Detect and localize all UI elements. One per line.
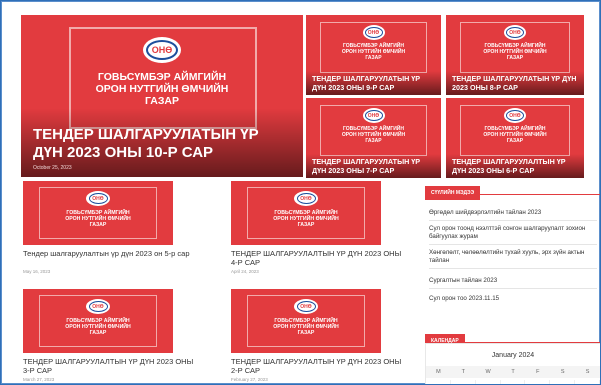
post-date: February 27, 2023 [231, 377, 268, 382]
logo-icon: ОНӨ [294, 191, 318, 206]
post-thumbnail[interactable]: ОНӨ ГОВЬСҮМБЭР АЙМГИЙН ОРОН НУТГИЙН ӨМЧИЙ… [23, 181, 173, 245]
recent-news-title: СҮҮЛИЙН МЭДЭЭ [425, 186, 481, 200]
grid-card[interactable]: ОНӨ ГОВЬСҮМБЭР АЙМГИЙН ОРОН НУТГИЙН ӨМЧИЙ… [306, 98, 441, 178]
post-title[interactable]: ТЕНДЕР ШАЛГАРУУЛАЛТЫН ҮР ДҮН 2023 ОНЫ 3-… [23, 357, 198, 375]
featured-date: October 25, 2023 [33, 165, 72, 171]
calendar-weekdays: M T W T F S S [426, 366, 600, 378]
logo-icon: ОНӨ [362, 25, 385, 40]
post-title[interactable]: ТЕНДЕР ШАЛГАРУУЛАЛТЫН ҮР ДҮН 2023 ОНЫ 2-… [231, 357, 406, 375]
org-name: ГОВЬСҮМБЭР АЙМГИЙН ОРОН НУТГИЙН ӨМЧИЙН ГАЗ… [341, 126, 406, 144]
calendar-day[interactable] [451, 380, 476, 384]
weekday-label: M [436, 369, 441, 375]
calendar: January 2024 M T W T F S S [425, 343, 600, 384]
post-thumbnail[interactable]: ОНӨ ГОВЬСҮМБЭР АЙМГИЙН ОРОН НУТГИЙН ӨМЧИЙ… [231, 181, 381, 245]
weekday-label: S [560, 369, 565, 375]
recent-news-item[interactable]: Сургалтын тайлан 2023 [429, 277, 597, 289]
grid-card[interactable]: ОНӨ ГОВЬСҮМБЭР АЙМГИЙН ОРОН НУТГИЙН ӨМЧИЙ… [446, 15, 584, 95]
weekday-label: T [511, 369, 515, 375]
calendar-day[interactable] [501, 380, 526, 384]
calendar-day[interactable] [525, 380, 551, 384]
logo-icon: ОНӨ [294, 299, 318, 314]
calendar-header: КАЛЕНДАР [425, 329, 600, 348]
recent-news-item[interactable]: Өргөдөл шийдвэрлэлтийн тайлан 2023 [429, 209, 597, 221]
post-date: May 16, 2023 [23, 269, 51, 274]
calendar-days [426, 380, 600, 384]
calendar-day[interactable] [575, 380, 600, 384]
grid-card-title[interactable]: ТЕНДЕР ШАЛГАРУУЛАТЫН ҮР ДҮН 2023 ОНЫ 9-Р… [306, 71, 441, 95]
recent-news-item[interactable]: Сул орон тоонд нээлттэй сонгон шалгаруул… [429, 225, 597, 245]
post-date: April 24, 2023 [231, 269, 259, 274]
logo-icon: ОНӨ [86, 191, 110, 206]
post-title[interactable]: ТЕНДЕР ШАЛГАРУУЛАЛТЫН ҮР ДҮН 2023 ОНЫ 4-… [231, 249, 406, 267]
post-date: March 27, 2023 [23, 377, 55, 382]
org-name: ГОВЬСҮМБЭР АЙМГИЙН ОРОН НУТГИЙН ӨМЧИЙН ГАЗ… [95, 71, 229, 108]
grid-card[interactable]: ОНӨ ГОВЬСҮМБЭР АЙМГИЙН ОРОН НУТГИЙН ӨМЧИЙ… [446, 98, 584, 178]
weekday-label: W [485, 369, 491, 375]
org-name: ГОВЬСҮМБЭР АЙМГИЙН ОРОН НУТГИЙН ӨМЧИЙН ГАЗ… [483, 43, 547, 61]
logo-icon: ОНӨ [362, 108, 385, 123]
logo-icon: ОНӨ [143, 37, 181, 63]
post-title[interactable]: Тендер шалгаруулалтын үр дүн 2023 он 5-р… [23, 249, 198, 258]
post-thumbnail[interactable]: ОНӨ ГОВЬСҮМБЭР АЙМГИЙН ОРОН НУТГИЙН ӨМЧИЙ… [23, 289, 173, 353]
calendar-day[interactable] [476, 380, 501, 384]
org-name: ГОВЬСҮМБЭР АЙМГИЙН ОРОН НУТГИЙН ӨМЧИЙН ГАЗ… [483, 126, 547, 144]
logo-icon: ОНӨ [504, 25, 526, 40]
calendar-day[interactable] [426, 380, 451, 384]
grid-card-title[interactable]: ТЕНДЕР ШАЛГАРУУЛАЛТЫН ҮР ДҮН 2023 ОНЫ 6-… [446, 154, 584, 178]
logo-icon: ОНӨ [86, 299, 110, 314]
grid-card-title[interactable]: ТЕНДЕР ШАЛГАРУУЛАТЫН ҮР ДҮН 2023 ОНЫ 8-Р… [446, 71, 584, 95]
page-frame: ОНӨ ГОВЬСҮМБЭР АЙМГИЙН ОРОН НУТГИЙН ӨМЧИЙ… [0, 0, 601, 385]
calendar-day[interactable] [550, 380, 576, 384]
weekday-label: T [461, 369, 465, 375]
grid-card-title[interactable]: ТЕНДЕР ШАЛГАРУУЛАТЫН ҮР ДҮН 2023 ОНЫ 7-Р… [306, 154, 441, 178]
featured-post[interactable]: ОНӨ ГОВЬСҮМБЭР АЙМГИЙН ОРОН НУТГИЙН ӨМЧИЙ… [21, 15, 303, 177]
org-name: ГОВЬСҮМБЭР АЙМГИЙН ОРОН НУТГИЙН ӨМЧИЙН ГАЗ… [273, 318, 339, 336]
org-name: ГОВЬСҮМБЭР АЙМГИЙН ОРОН НУТГИЙН ӨМЧИЙН ГАЗ… [341, 43, 406, 61]
logo-icon: ОНӨ [504, 108, 526, 123]
post-thumbnail[interactable]: ОНӨ ГОВЬСҮМБЭР АЙМГИЙН ОРОН НУТГИЙН ӨМЧИЙ… [231, 289, 381, 353]
org-name: ГОВЬСҮМБЭР АЙМГИЙН ОРОН НУТГИЙН ӨМЧИЙН ГАЗ… [65, 318, 131, 336]
org-name: ГОВЬСҮМБЭР АЙМГИЙН ОРОН НУТГИЙН ӨМЧИЙН ГАЗ… [65, 210, 131, 228]
recent-news-header: СҮҮЛИЙН МЭДЭЭ [425, 181, 600, 200]
recent-news-item[interactable]: Сул орон тоо 2023.11.15 [429, 295, 597, 306]
featured-title[interactable]: ТЕНДЕР ШАЛГАРУУЛАТЫН ҮР ДҮН 2023 ОНЫ 10-… [21, 108, 303, 177]
grid-card[interactable]: ОНӨ ГОВЬСҮМБЭР АЙМГИЙН ОРОН НУТГИЙН ӨМЧИЙ… [306, 15, 441, 95]
org-name: ГОВЬСҮМБЭР АЙМГИЙН ОРОН НУТГИЙН ӨМЧИЙН ГАЗ… [273, 210, 339, 228]
recent-news-item[interactable]: Хөнгөлөлт, чөлөөлөлтийн тухай хууль, эрх… [429, 249, 597, 269]
weekday-label: S [585, 369, 590, 375]
weekday-label: F [536, 369, 540, 375]
calendar-month: January 2024 [491, 352, 535, 359]
